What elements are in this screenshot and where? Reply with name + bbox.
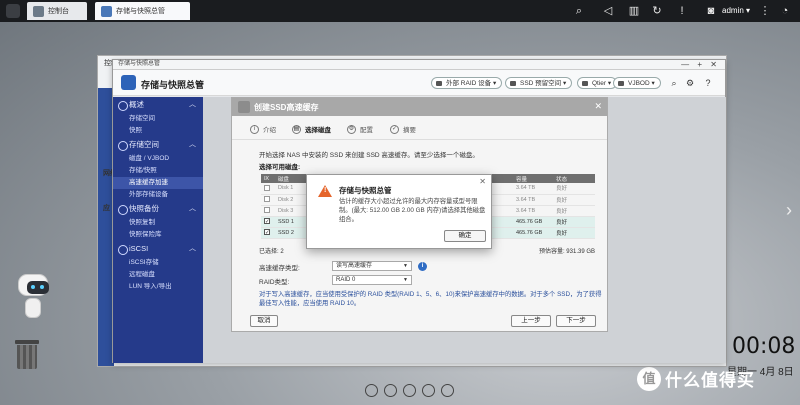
step-summary: ✓ 摘要 [390, 124, 416, 134]
sidebar-item-external-storage[interactable]: 外部存储设备 [113, 189, 203, 201]
table-header[interactable]: 容量 [513, 174, 553, 183]
taskbar: 控制台 存储与快照总管 ⌕ ◁ ▥ ↻ ! ◙ admin ▾ ⋮ ◔ [0, 0, 800, 22]
row-checkbox[interactable] [264, 196, 270, 203]
selected-count: 已选择: 2 [259, 249, 284, 255]
cache-type-label: 高速缓存类型: [259, 265, 300, 272]
ok-button[interactable]: 确定 [444, 230, 486, 242]
wizard-header: 创建SSD高速缓存 ✕ [232, 98, 607, 116]
sidebar-group-iscsi[interactable]: iSCSI ︿ [113, 241, 203, 257]
dock-icon[interactable] [384, 384, 397, 397]
table-header[interactable]: 状态 [553, 174, 595, 183]
dashboard-icon[interactable]: ◔ [778, 4, 792, 18]
tasks-icon[interactable]: ▥ [627, 4, 641, 18]
control-panel-icon [33, 5, 44, 17]
wizard-intro-text: 开始选择 NAS 中安装的 SSD 来创建 SSD 高速缓存。请至少选择一个磁盘… [259, 152, 479, 159]
watermark-badge: 值 [637, 366, 661, 391]
window-titlebar[interactable]: 存储与快照总管 — + ✕ [113, 60, 725, 70]
sync-icon[interactable]: ↻ [650, 4, 664, 18]
app-header: 存储与快照总管 外部 RAID 设备 ▾ SSD 预留空间 ▾ Qtier ▾ … [113, 70, 725, 96]
taskbar-tab-control-panel[interactable]: 控制台 [27, 2, 87, 20]
dialog-message: 估计的缓存大小超过允许的最大内存容量或型号限制。(最大: 512.00 GB 2… [339, 198, 486, 223]
disk-table-title: 选择可用磁盘: [259, 164, 301, 171]
sidebar-item-lun-import-export[interactable]: LUN 导入/导出 [113, 281, 203, 293]
taskbar-tab-label: 控制台 [48, 8, 69, 15]
next-button[interactable]: 下一步 [556, 315, 596, 327]
storage-app-icon [121, 75, 136, 90]
close-icon[interactable]: ✕ [594, 101, 602, 112]
sidebar-item-disks[interactable]: 磁盘 / VJBOD [113, 153, 203, 165]
sidebar-item-remote-disk[interactable]: 远程磁盘 [113, 269, 203, 281]
vjbod-button[interactable]: VJBOD ▾ [613, 77, 661, 89]
watermark-text: 什么值得买 [665, 371, 755, 390]
table-header[interactable]: Ⅸ [261, 174, 275, 183]
bottom-dock [365, 384, 454, 397]
step-configure: ⚙ 配置 [347, 124, 373, 134]
raid-type-label: RAID类型: [259, 279, 290, 286]
next-page-icon[interactable]: › [786, 200, 792, 221]
sidebar-group-snapshot-backup[interactable]: 快照备份 ︿ [113, 201, 203, 217]
sidebar-group-overview[interactable]: 概述 ︿ [113, 97, 203, 113]
sidebar-group-storage[interactable]: 存储空间 ︿ [113, 137, 203, 153]
taskbar-tab-label: 存储与快照总管 [116, 8, 165, 15]
dialog-title: 存储与快照总管 [339, 186, 392, 195]
row-checkbox[interactable]: ✓ [264, 229, 270, 236]
dock-icon[interactable] [422, 384, 435, 397]
dock-icon[interactable] [365, 384, 378, 397]
ssd-cache-icon [238, 101, 250, 113]
user-icon[interactable]: ◙ [704, 4, 718, 18]
check-icon: ✓ [390, 124, 399, 134]
app-sidebar: 概述 ︿ 存储空间 快照 存储空间 ︿ 磁盘 / VJBOD 存储/快照 高速缓存加… [113, 97, 203, 363]
window-bar-title: 存储与快照总管 [118, 61, 161, 67]
info-icon: i [250, 124, 259, 134]
external-raid-button[interactable]: 外部 RAID 设备 ▾ [431, 77, 503, 89]
more-icon[interactable]: ⋮ [758, 4, 772, 18]
user-menu[interactable]: admin ▾ [722, 6, 750, 15]
dock-icon[interactable] [403, 384, 416, 397]
sidebar-item-iscsi-storage[interactable]: iSCSI存储 [113, 257, 203, 269]
settings-icon[interactable]: ⚙ [685, 78, 695, 88]
wizard-title: 创建SSD高速缓存 [254, 103, 319, 112]
cache-type-select[interactable]: 读写高速缓存 [332, 261, 412, 271]
storage-app-icon [101, 5, 112, 17]
cancel-button[interactable]: 取消 [250, 315, 278, 327]
row-checkbox[interactable]: ✓ [264, 218, 270, 225]
recycle-bin-icon[interactable] [15, 338, 39, 370]
control-panel-label: 应 [103, 205, 110, 212]
sidebar-item-storage-snapshots[interactable]: 存储/快照 [113, 165, 203, 177]
app-title: 存储与快照总管 [141, 80, 205, 90]
raid-type-select[interactable]: RAID 0 [332, 275, 412, 285]
estimated-capacity: 预估容量: 931.39 GB [538, 249, 595, 255]
help-icon[interactable]: ? [703, 78, 713, 88]
close-icon[interactable]: ✕ [479, 177, 486, 186]
search-icon[interactable]: ⌕ [572, 4, 586, 18]
row-checkbox[interactable] [264, 207, 270, 214]
search-icon[interactable]: ⌕ [669, 78, 679, 88]
sidebar-item-cache-acceleration[interactable]: 高速缓存加速 [113, 177, 203, 189]
sidebar-item-snapshot-replica[interactable]: 快照复制 [113, 217, 203, 229]
previous-button[interactable]: 上一步 [511, 315, 551, 327]
taskbar-tab-storage[interactable]: 存储与快照总管 [95, 2, 190, 20]
wizard-steps: i 介绍 ▤ 选择磁盘 ⚙ 配置 ✓ 摘要 [232, 120, 607, 140]
info-icon[interactable]: i [418, 262, 427, 271]
sidebar-item-snapshot-vault[interactable]: 快照保险库 [113, 229, 203, 241]
qtier-button[interactable]: Qtier ▾ [577, 77, 618, 89]
step-select-disk: ▤ 选择磁盘 [292, 124, 331, 134]
watermark-logo: 值 什么值得买 [637, 366, 755, 391]
disk-icon: ▤ [292, 124, 301, 134]
volume-icon[interactable]: ◁ [601, 4, 615, 18]
raid-recommendation-note: 对于写入高速缓存，应当使用受保护的 RAID 类型(RAID 1、5、6、10)… [259, 291, 602, 307]
sidebar-item-storage[interactable]: 存储空间 [113, 113, 203, 125]
show-desktop-icon[interactable] [6, 4, 20, 18]
gear-icon: ⚙ [347, 124, 356, 134]
step-intro: i 介绍 [250, 124, 276, 134]
row-checkbox[interactable] [264, 185, 270, 192]
assistant-robot-icon[interactable] [14, 272, 52, 324]
sidebar-item-snapshot[interactable]: 快照 [113, 125, 203, 137]
dock-icon[interactable] [441, 384, 454, 397]
desktop-clock: 00:08 [732, 334, 796, 359]
ssd-overprovision-button[interactable]: SSD 预留空间 ▾ [505, 77, 573, 89]
window-controls[interactable]: — + ✕ [681, 60, 720, 69]
notification-icon[interactable]: ! [675, 4, 689, 18]
warning-dialog[interactable]: ✕ ! 存储与快照总管 估计的缓存大小超过允许的最大内存容量或型号限制。(最大:… [306, 174, 492, 249]
